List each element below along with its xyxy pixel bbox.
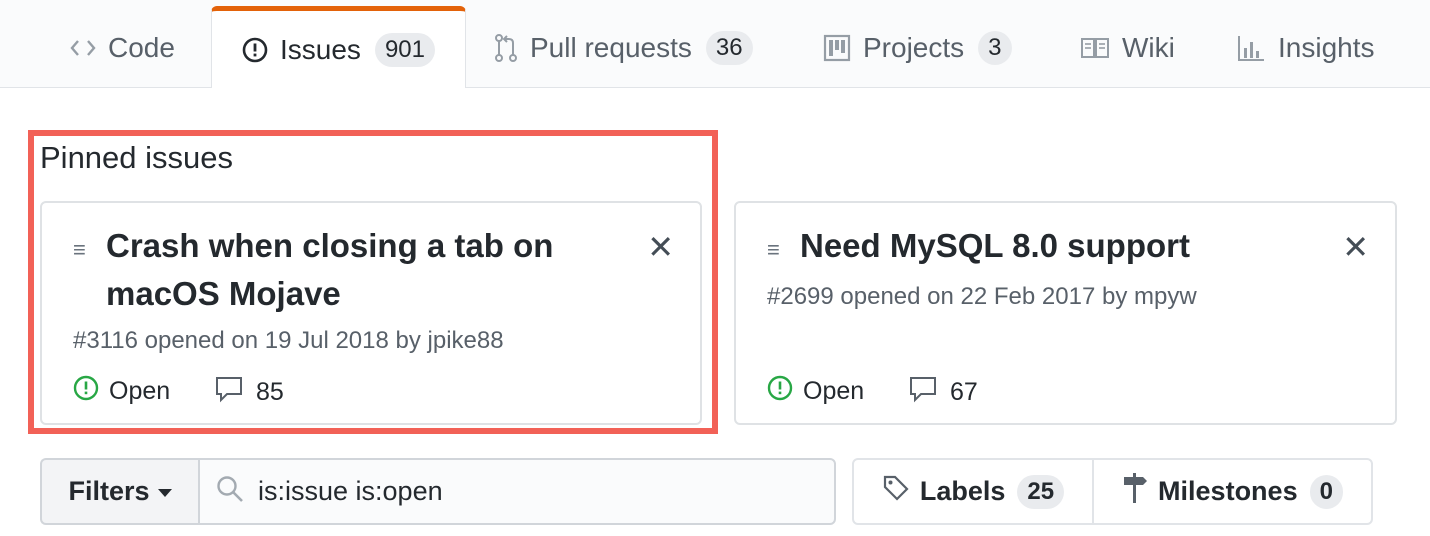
pinned-issues-heading: Pinned issues xyxy=(40,140,234,175)
issue-status: Open xyxy=(767,375,864,408)
graph-icon xyxy=(1236,34,1266,62)
git-pull-request-icon xyxy=(494,33,518,63)
drag-handle-icon[interactable]: ≡ xyxy=(767,239,780,261)
milestones-button[interactable]: Milestones 0 xyxy=(1094,460,1371,523)
tab-label: Issues xyxy=(280,33,361,65)
issue-title-line: macOS Mojave xyxy=(106,275,341,312)
unpin-close-icon[interactable]: ✕ xyxy=(647,231,674,263)
tab-wiki[interactable]: Wiki xyxy=(1080,8,1175,87)
issue-comments[interactable]: 85 xyxy=(214,375,284,410)
labels-milestones-group: Labels 25 Milestones 0 xyxy=(852,458,1373,525)
tab-code[interactable]: Code xyxy=(70,8,175,87)
tab-label: Code xyxy=(108,31,175,63)
issue-search-box[interactable] xyxy=(198,458,836,525)
milestones-label: Milestones xyxy=(1158,476,1298,506)
issue-title[interactable]: Need MySQL 8.0 support xyxy=(800,222,1190,270)
unpin-close-icon[interactable]: ✕ xyxy=(1342,231,1369,263)
issue-opened-icon xyxy=(242,37,268,63)
filters-label: Filters xyxy=(68,476,150,506)
issue-open-icon xyxy=(73,375,99,408)
labels-label: Labels xyxy=(919,476,1006,506)
filters-dropdown-button[interactable]: Filters xyxy=(40,458,198,525)
comment-count: 67 xyxy=(950,378,978,406)
tab-pull-requests[interactable]: Pull requests 36 xyxy=(494,8,753,87)
milestones-count-badge: 0 xyxy=(1309,474,1343,509)
search-icon xyxy=(216,475,244,508)
tab-projects[interactable]: Projects 3 xyxy=(823,8,1012,87)
tab-label: Insights xyxy=(1278,31,1375,63)
labels-button[interactable]: Labels 25 xyxy=(854,460,1094,523)
comment-icon xyxy=(214,375,244,410)
issue-status-label: Open xyxy=(803,377,865,405)
milestone-icon xyxy=(1122,472,1148,511)
search-input[interactable] xyxy=(258,476,818,507)
issues-count-badge: 901 xyxy=(374,32,435,67)
comment-icon xyxy=(908,375,938,410)
project-icon xyxy=(823,34,851,62)
pinned-issue-card[interactable]: ≡ Need MySQL 8.0 support ✕ #2699 opened … xyxy=(734,201,1397,425)
drag-handle-icon[interactable]: ≡ xyxy=(73,239,86,261)
tab-label: Wiki xyxy=(1122,31,1175,63)
issue-status: Open xyxy=(73,375,170,408)
tab-issues[interactable]: Issues 901 xyxy=(211,6,466,88)
repo-tab-bar: Code Issues 901 Pull requests 36 Project… xyxy=(0,0,1430,88)
code-icon xyxy=(70,38,96,58)
issue-comments[interactable]: 67 xyxy=(908,375,978,410)
comment-count: 85 xyxy=(256,378,284,406)
pull-requests-count-badge: 36 xyxy=(705,30,753,65)
labels-count-badge: 25 xyxy=(1017,474,1065,509)
issue-title-line: Crash when closing a tab on xyxy=(106,227,554,264)
tag-icon xyxy=(882,474,910,509)
issue-open-icon xyxy=(767,375,793,408)
tab-insights[interactable]: Insights xyxy=(1236,8,1375,87)
tab-label: Projects xyxy=(863,31,965,63)
tab-label: Pull requests xyxy=(530,31,692,63)
caret-down-icon xyxy=(157,489,172,497)
projects-count-badge: 3 xyxy=(978,30,1012,65)
issue-meta: #3116 opened on 19 Jul 2018 by jpike88 xyxy=(73,327,504,354)
issue-title-line: Need MySQL 8.0 support xyxy=(800,227,1190,264)
issue-title[interactable]: Crash when closing a tab on macOS Mojave xyxy=(106,222,553,318)
issue-status-label: Open xyxy=(109,377,171,405)
pinned-issue-card[interactable]: ≡ Crash when closing a tab on macOS Moja… xyxy=(40,201,702,425)
issue-meta: #2699 opened on 22 Feb 2017 by mpyw xyxy=(767,283,1197,310)
book-icon xyxy=(1080,36,1110,60)
